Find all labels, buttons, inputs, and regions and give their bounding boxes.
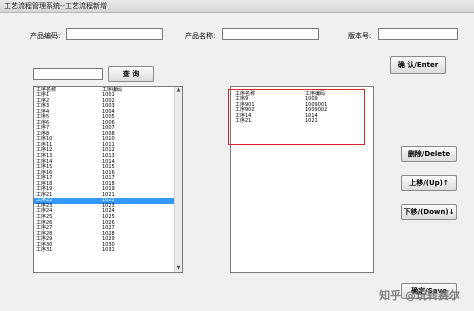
left-list-item[interactable]: 工序31 1031 xyxy=(34,248,182,254)
right-process-list[interactable]: 工序名称 工序编码 工序9 1009 工序901 1009001 工序902 100900… xyxy=(230,86,374,273)
window-title: 工艺流程管理系统--工艺流程新增 xyxy=(4,2,108,10)
process-code: 1021 xyxy=(305,118,318,125)
right-list-item[interactable]: 工序21 1021 xyxy=(231,119,373,125)
process-name: 工序21 xyxy=(235,118,252,125)
product-name-label: 产品名称: xyxy=(185,32,216,40)
move-down-button[interactable]: 下移/(Down)↓ xyxy=(401,204,457,220)
left-list-scrollbar[interactable]: ▲ ▼ xyxy=(174,87,182,272)
scroll-down-arrow-icon[interactable]: ▼ xyxy=(175,265,182,272)
left-list-rows: 工序1 1001 工序2 1002 工序3 1003 工序4 1004 工序5 1005 工序6 10… xyxy=(34,92,182,254)
search-input[interactable] xyxy=(33,68,103,80)
left-process-list[interactable]: 工序名称 工序编码 工序1 1001 工序2 1002 工序3 1003 工序4 1004 工序… xyxy=(33,86,183,273)
version-label: 版本号: xyxy=(348,32,372,40)
product-code-input[interactable] xyxy=(66,28,163,40)
search-button[interactable]: 查 询 xyxy=(108,66,154,82)
move-up-button[interactable]: 上移/(Up)↑ xyxy=(401,175,457,191)
watermark: 知乎 @玩转赛尔 xyxy=(379,289,460,302)
process-name: 工序31 xyxy=(36,247,53,254)
scroll-up-arrow-icon[interactable]: ▲ xyxy=(175,87,182,94)
right-list-rows: 工序9 1009 工序901 1009001 工序902 1009002 工序14 1014 工… xyxy=(231,96,373,125)
version-input[interactable] xyxy=(378,28,458,40)
title-bar: 工艺流程管理系统--工艺流程新增 xyxy=(0,0,474,13)
product-name-input[interactable] xyxy=(222,28,319,40)
confirm-button[interactable]: 确 认/Enter xyxy=(390,56,446,74)
process-code: 1031 xyxy=(102,247,115,254)
product-code-label: 产品编码: xyxy=(30,32,61,40)
delete-button[interactable]: 删除/Delete xyxy=(401,146,457,162)
